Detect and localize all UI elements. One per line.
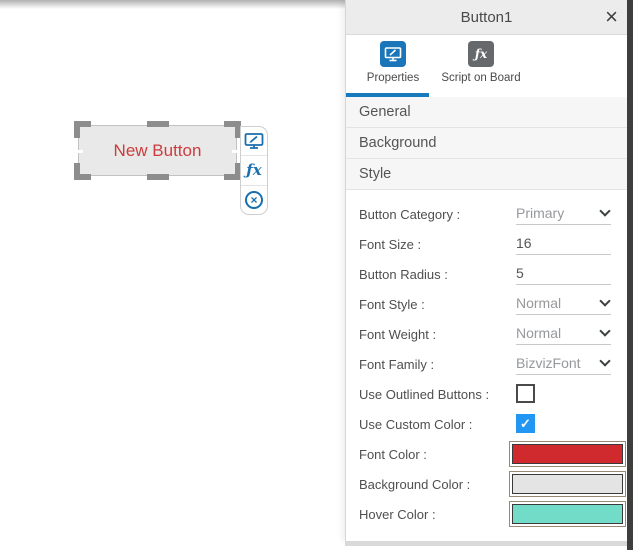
remove-circle-icon: × <box>245 191 263 209</box>
close-icon[interactable]: × <box>605 6 618 28</box>
field-label: Use Custom Color : <box>359 417 472 432</box>
field-label: Font Color : <box>359 447 427 462</box>
field-use-custom-color: Use Custom Color : ✓ <box>346 409 627 439</box>
properties-panel: Button1 × Properties ƒx Script on Board … <box>345 0 627 541</box>
font-size-input[interactable]: 16 <box>516 232 611 255</box>
properties-tab-icon <box>380 41 406 67</box>
section-general[interactable]: General <box>346 97 627 128</box>
use-outlined-buttons-checkbox[interactable] <box>516 384 535 403</box>
tab-script-on-board[interactable]: ƒx Script on Board <box>433 41 529 84</box>
field-label: Button Radius : <box>359 267 448 282</box>
fx-icon: ƒx <box>246 163 261 178</box>
font-family-select[interactable]: BizvizFont <box>516 352 611 375</box>
button-category-select[interactable]: Primary <box>516 202 611 225</box>
designer-canvas[interactable]: New Button ƒx × <box>0 0 345 550</box>
selected-value: Normal <box>516 295 561 311</box>
field-label: Font Size : <box>359 237 421 252</box>
selected-value: Normal <box>516 325 561 341</box>
selected-value: BizvizFont <box>516 355 581 371</box>
section-general-label: General <box>359 104 411 120</box>
color-fill <box>512 444 623 464</box>
font-style-select[interactable]: Normal <box>516 292 611 315</box>
field-font-family: Font Family : BizvizFont <box>346 349 627 379</box>
field-background-color: Background Color : <box>346 469 627 499</box>
field-label: Hover Color : <box>359 507 436 522</box>
resize-handle-bottom-left[interactable] <box>74 163 91 180</box>
field-hover-color: Hover Color : <box>346 499 627 529</box>
color-fill <box>512 504 623 524</box>
resize-handle-bottom-middle[interactable] <box>147 174 169 180</box>
widget-remove-button[interactable]: × <box>241 186 267 214</box>
resize-handle-top-right[interactable] <box>224 121 241 138</box>
field-label: Font Weight : <box>359 327 436 342</box>
check-icon: ✓ <box>520 416 531 432</box>
tab-properties-label: Properties <box>367 72 419 84</box>
section-background-label: Background <box>359 135 436 151</box>
selected-value: Primary <box>516 205 564 221</box>
resize-handle-top-left[interactable] <box>74 121 91 138</box>
font-color-swatch[interactable] <box>509 441 626 467</box>
chevron-down-icon <box>599 325 610 336</box>
button-radius-input[interactable]: 5 <box>516 262 611 285</box>
resize-handle-left-middle[interactable] <box>75 150 83 153</box>
field-button-radius: Button Radius : 5 <box>346 259 627 289</box>
panel-title: Button1 <box>461 9 513 26</box>
field-font-style: Font Style : Normal <box>346 289 627 319</box>
field-label: Font Family : <box>359 357 434 372</box>
script-fx-tab-icon: ƒx <box>468 41 494 67</box>
input-value: 16 <box>516 235 532 251</box>
section-style-label: Style <box>359 166 391 182</box>
selected-button-widget[interactable]: New Button <box>78 125 237 176</box>
widget-action-toolbar: ƒx × <box>240 126 268 215</box>
section-style[interactable]: Style <box>346 159 627 190</box>
style-fields: Button Category : Primary Font Size : 16… <box>346 190 627 529</box>
resize-handle-bottom-right[interactable] <box>224 163 241 180</box>
chevron-down-icon <box>599 295 610 306</box>
panel-header: Button1 × <box>346 0 627 35</box>
panel-horizontal-scrollbar[interactable] <box>345 541 627 546</box>
field-label: Use Outlined Buttons : <box>359 387 489 402</box>
font-weight-select[interactable]: Normal <box>516 322 611 345</box>
chevron-down-icon <box>599 355 610 366</box>
color-fill <box>512 474 623 494</box>
field-label: Button Category : <box>359 207 460 222</box>
hover-color-swatch[interactable] <box>509 501 626 527</box>
canvas-top-gradient-bar <box>0 0 345 9</box>
chevron-down-icon <box>599 205 610 216</box>
resize-handle-right-middle[interactable] <box>232 150 240 153</box>
input-value: 5 <box>516 265 524 281</box>
use-custom-color-checkbox[interactable]: ✓ <box>516 414 535 433</box>
panel-tabs: Properties ƒx Script on Board <box>346 35 627 97</box>
field-use-outlined-buttons: Use Outlined Buttons : <box>346 379 627 409</box>
resize-handle-top-middle[interactable] <box>147 121 169 127</box>
vertical-scrollbar[interactable] <box>627 0 633 550</box>
field-font-color: Font Color : <box>346 439 627 469</box>
field-font-size: Font Size : 16 <box>346 229 627 259</box>
field-label: Font Style : <box>359 297 425 312</box>
active-tab-indicator <box>346 93 429 97</box>
field-label: Background Color : <box>359 477 470 492</box>
section-background[interactable]: Background <box>346 128 627 159</box>
widget-script-button[interactable]: ƒx <box>241 156 267 185</box>
widget-properties-button[interactable] <box>241 127 267 156</box>
field-font-weight: Font Weight : Normal <box>346 319 627 349</box>
edit-screen-icon <box>244 132 264 150</box>
field-button-category: Button Category : Primary <box>346 199 627 229</box>
tab-properties[interactable]: Properties <box>353 41 433 84</box>
new-button-widget[interactable]: New Button <box>78 125 237 176</box>
tab-script-label: Script on Board <box>441 72 520 84</box>
background-color-swatch[interactable] <box>509 471 626 497</box>
